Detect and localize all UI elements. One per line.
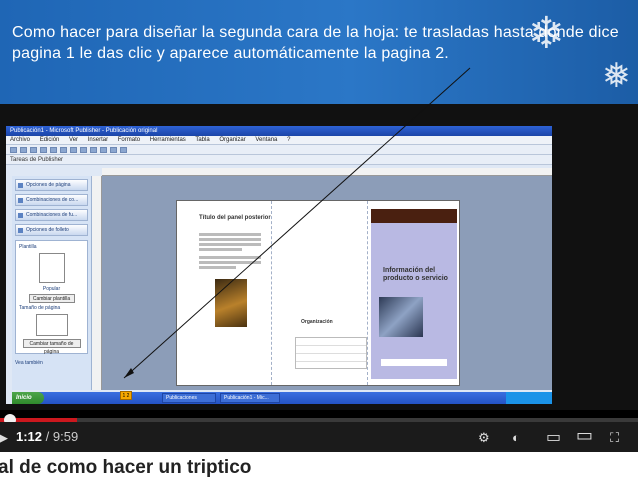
window-title: Publicación1 - Microsoft Publisher - Pub… — [6, 126, 552, 136]
player-controls: ▶ 1:12 / 9:59 ⚙ ◐ ▭ ▭ ⛶ — [0, 422, 638, 452]
menu-bar: Archivo Edición Ver Insertar Formato Her… — [6, 136, 552, 145]
taskpane-item: Combinaciones de co... — [15, 194, 88, 206]
left-panel-body — [199, 233, 261, 269]
popular-label: Popular — [42, 286, 61, 292]
menu-item: Edición — [39, 137, 60, 143]
menu-item: Tabla — [195, 137, 210, 143]
undo-icon — [100, 146, 107, 153]
cut-icon — [70, 146, 77, 153]
video-player[interactable]: Publicación1 - Microsoft Publisher - Pub… — [0, 104, 638, 410]
template-thumbnail — [38, 253, 65, 283]
zoom-icon — [120, 146, 127, 153]
redo-icon — [110, 146, 117, 153]
start-button: Inicio — [12, 392, 44, 404]
taskpane-item: Opciones de folleto — [15, 224, 88, 236]
menu-item: Insertar — [87, 137, 109, 143]
panel-guide — [367, 201, 368, 385]
print-icon — [40, 146, 47, 153]
miniplayer-icon[interactable]: ▭ — [546, 427, 561, 447]
menu-item: Ver — [69, 137, 79, 143]
snowflake-icon: ❅ — [602, 57, 631, 95]
publisher-window: Publicación1 - Microsoft Publisher - Pub… — [6, 126, 552, 404]
cover-header — [371, 209, 457, 223]
duration: / 9:59 — [42, 429, 79, 444]
menu-item: Formato — [117, 137, 141, 143]
copy-icon — [80, 146, 87, 153]
taskpane-item: Combinaciones de fu... — [15, 209, 88, 221]
current-time: 1:12 — [16, 429, 43, 444]
menu-item: Archivo — [10, 137, 31, 143]
menu-item: ? — [287, 137, 291, 143]
settings-icon[interactable]: ⚙ — [478, 430, 490, 446]
see-also-label: Vea también — [15, 360, 43, 366]
page-number-tab: 1 2 — [120, 391, 132, 400]
vertical-ruler — [92, 176, 102, 390]
change-template-button: Cambiar plantilla — [28, 294, 75, 303]
horizontal-ruler — [102, 168, 552, 176]
video-title: al de como hacer un triptico — [0, 457, 252, 478]
document-canvas: Título del panel posterior Organización — [102, 176, 552, 390]
cover-panel: Información del producto o servicio — [371, 209, 457, 379]
fullscreen-icon[interactable]: ⛶ — [610, 430, 619, 446]
save-icon — [30, 146, 37, 153]
left-panel-title: Título del panel posterior — [199, 215, 271, 221]
time-display: 1:12 / 9:59 — [16, 429, 78, 444]
template-label: Plantilla — [19, 244, 37, 250]
template-section: Plantilla Popular Cambiar plantilla Tama… — [15, 240, 88, 355]
caption-banner: Como hacer para diseñar la segunda cara … — [0, 0, 638, 104]
taskbar-item: Publicaciones — [162, 393, 216, 403]
menu-item: Ventana — [255, 137, 278, 143]
theater-icon[interactable]: ▭ — [576, 425, 593, 446]
brochure-page: Título del panel posterior Organización — [176, 200, 460, 386]
system-tray — [506, 392, 552, 404]
panel-guide — [271, 201, 272, 385]
cover-title: Información del producto o servicio — [383, 267, 448, 282]
menu-item: Herramientas — [149, 137, 186, 143]
cover-bar — [381, 359, 447, 366]
taskpane-item: Opciones de página — [15, 179, 88, 191]
cover-photo — [379, 297, 423, 337]
page-size-label: Tamaño de página — [19, 305, 61, 311]
left-panel-photo — [215, 279, 247, 327]
windows-taskbar: Inicio Publicaciones Publicación1 - Mic.… — [12, 392, 552, 404]
format-toolbar: Tareas de Publisher — [6, 155, 552, 165]
play-icon[interactable]: ▶ — [0, 430, 8, 446]
new-icon — [10, 146, 17, 153]
page-size-thumbnail — [35, 314, 68, 336]
publisher-tasks-label: Tareas de Publisher — [10, 156, 64, 163]
video-title-bar: al de como hacer un triptico — [0, 452, 638, 479]
preview-icon — [50, 146, 57, 153]
taskbar-item: Publicación1 - Mic... — [220, 393, 280, 403]
organization-name: Organización — [301, 319, 333, 325]
captions-icon[interactable]: ◐ — [512, 430, 520, 445]
contact-table — [295, 337, 367, 369]
spell-icon — [60, 146, 67, 153]
task-pane: Opciones de página Combinaciones de co..… — [12, 176, 92, 390]
snowflake-icon: ❄ — [528, 9, 565, 58]
change-size-button: Cambiar tamaño de página — [22, 339, 81, 355]
menu-item: Organizar — [219, 137, 246, 143]
open-icon — [20, 146, 27, 153]
standard-toolbar — [6, 145, 552, 155]
paste-icon — [90, 146, 97, 153]
